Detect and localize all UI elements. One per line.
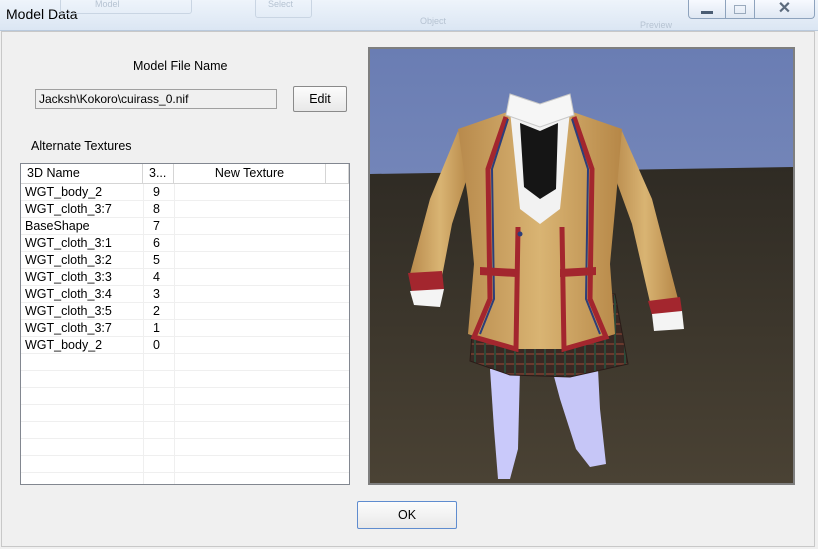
row-new-texture[interactable] (174, 201, 326, 217)
list-body: WGT_body_2 9 WGT_cloth_3:7 8 BaseShape 7 WG… (21, 184, 349, 484)
table-row[interactable]: WGT_body_2 9 (21, 184, 349, 201)
table-row-empty (21, 388, 349, 405)
row-new-texture[interactable] (174, 252, 326, 268)
row-3d-name: WGT_body_2 (25, 185, 103, 199)
row-index: 9 (153, 185, 160, 199)
row-index: 2 (153, 304, 160, 318)
maximize-icon (734, 4, 746, 14)
table-row[interactable]: WGT_cloth_3:3 4 (21, 269, 349, 286)
ghost-label-select: Select (268, 0, 294, 9)
row-3d-name: WGT_cloth_3:4 (25, 287, 112, 301)
model-preview-render (370, 49, 793, 483)
minimize-button[interactable] (688, 0, 726, 19)
row-3d-name: WGT_cloth_3:7 (25, 202, 112, 216)
ghost-label-model: Model (95, 0, 120, 9)
title-bar: Model Data Model Select Object Preview ✕ (0, 0, 818, 31)
table-row-empty (21, 456, 349, 473)
table-row[interactable]: WGT_cloth_3:5 2 (21, 303, 349, 320)
row-3d-name: WGT_body_2 (25, 338, 103, 352)
table-row[interactable]: BaseShape 7 (21, 218, 349, 235)
textures-list[interactable]: 3D Name 3... New Texture WGT_body_2 9 WGT… (20, 163, 350, 485)
row-new-texture[interactable] (174, 303, 326, 319)
model-file-label: Model File Name (133, 59, 228, 73)
table-row-empty (21, 439, 349, 456)
row-index: 8 (153, 202, 160, 216)
table-row[interactable]: WGT_body_2 0 (21, 337, 349, 354)
table-row[interactable]: WGT_cloth_3:1 6 (21, 235, 349, 252)
row-3d-name: WGT_cloth_3:3 (25, 270, 112, 284)
list-header: 3D Name 3... New Texture (21, 164, 349, 184)
row-index: 5 (153, 253, 160, 267)
table-row-empty (21, 473, 349, 484)
row-3d-name: WGT_cloth_3:7 (25, 321, 112, 335)
minimize-icon (701, 10, 713, 14)
row-new-texture[interactable] (174, 218, 326, 234)
row-index: 6 (153, 236, 160, 250)
ghost-label-preview: Preview (640, 20, 673, 30)
column-header-3d-name[interactable]: 3D Name (21, 164, 143, 183)
close-icon: ✕ (777, 0, 792, 17)
table-row-empty (21, 422, 349, 439)
row-3d-name: WGT_cloth_3:5 (25, 304, 112, 318)
table-row[interactable]: WGT_cloth_3:7 8 (21, 201, 349, 218)
row-new-texture[interactable] (174, 337, 326, 353)
table-row-empty (21, 371, 349, 388)
row-3d-name: WGT_cloth_3:2 (25, 253, 112, 267)
table-row-empty (21, 354, 349, 371)
model-preview-viewport[interactable] (368, 47, 795, 485)
table-row[interactable]: WGT_cloth_3:7 1 (21, 320, 349, 337)
ok-button[interactable]: OK (357, 501, 457, 529)
column-header-filler (326, 164, 349, 183)
row-index: 0 (153, 338, 160, 352)
ghost-field-left (60, 0, 192, 14)
ghost-label-object: Object (420, 16, 447, 26)
row-index: 3 (153, 287, 160, 301)
edit-button[interactable]: Edit (293, 86, 347, 112)
row-3d-name: BaseShape (25, 219, 90, 233)
row-new-texture[interactable] (174, 184, 326, 200)
model-file-input[interactable] (35, 89, 277, 109)
table-row[interactable]: WGT_cloth_3:2 5 (21, 252, 349, 269)
maximize-button[interactable] (725, 0, 755, 19)
row-3d-name: WGT_cloth_3:1 (25, 236, 112, 250)
row-new-texture[interactable] (174, 286, 326, 302)
column-header-new-texture[interactable]: New Texture (174, 164, 326, 183)
close-button[interactable]: ✕ (754, 0, 815, 19)
row-new-texture[interactable] (174, 235, 326, 251)
row-index: 7 (153, 219, 160, 233)
row-new-texture[interactable] (174, 320, 326, 336)
alternate-textures-label: Alternate Textures (31, 139, 132, 153)
column-header-index[interactable]: 3... (143, 164, 174, 183)
row-index: 4 (153, 270, 160, 284)
table-row-empty (21, 405, 349, 422)
table-row[interactable]: WGT_cloth_3:4 3 (21, 286, 349, 303)
row-index: 1 (153, 321, 160, 335)
row-new-texture[interactable] (174, 269, 326, 285)
